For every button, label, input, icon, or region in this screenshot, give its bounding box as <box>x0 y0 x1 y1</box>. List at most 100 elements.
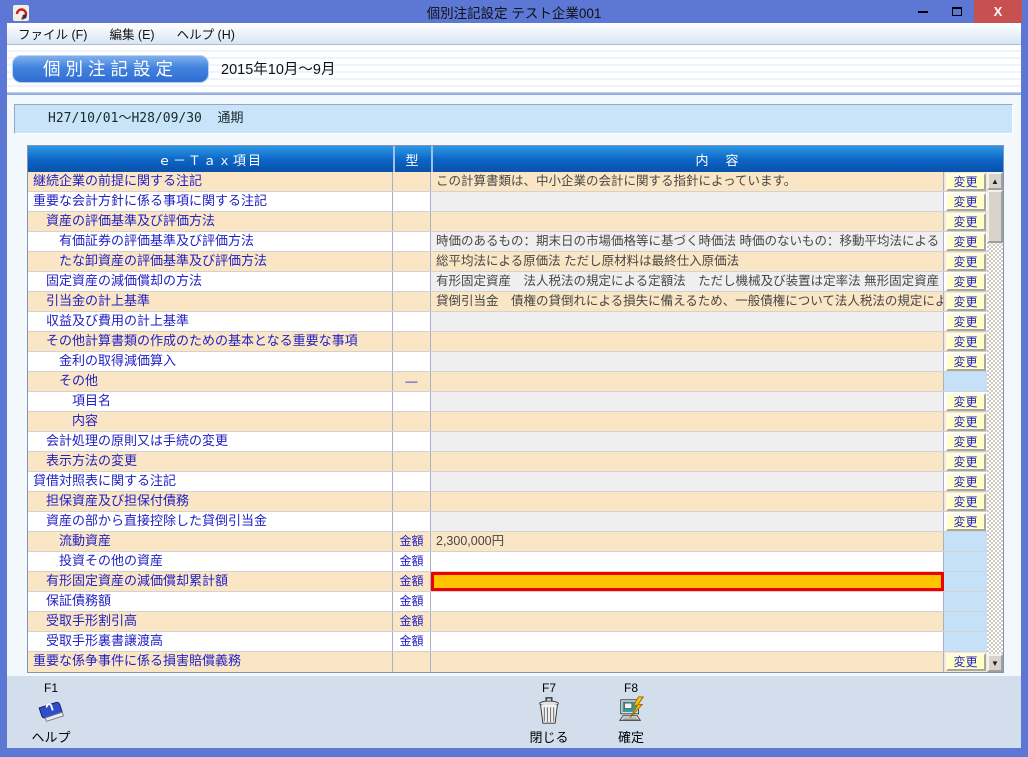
table-row: 固定資産の減価償却の方法 有形固定資産 法人税法の規定による定額法 ただし機械及… <box>28 272 987 292</box>
etax-item-cell: 受取手形割引高 <box>28 612 393 631</box>
content-cell[interactable] <box>431 572 944 591</box>
change-button[interactable]: 変更 <box>946 213 986 231</box>
etax-item-label: 重要な係争事件に係る損害賠償義務 <box>33 653 241 668</box>
etax-item-cell: 重要な会計方針に係る事項に関する注記 <box>28 192 393 211</box>
change-button[interactable]: 変更 <box>946 393 986 411</box>
change-button[interactable]: 変更 <box>946 353 986 371</box>
confirm-button[interactable]: F8 確定 <box>599 681 663 746</box>
help-button[interactable]: F1 ヘルプ <box>19 681 83 746</box>
table-scrollbar[interactable]: ▲ ▼ <box>987 172 1003 672</box>
type-cell <box>393 432 431 451</box>
change-button[interactable]: 変更 <box>946 333 986 351</box>
change-button[interactable]: 変更 <box>946 193 986 211</box>
change-button-cell: 変更 <box>944 292 987 311</box>
type-cell <box>393 292 431 311</box>
etax-item-cell: 流動資産 <box>28 532 393 551</box>
table-row: 受取手形裏書譲渡高 金額 <box>28 632 987 652</box>
content-cell[interactable] <box>431 612 944 631</box>
etax-item-cell: 重要な係争事件に係る損害賠償義務 <box>28 652 393 672</box>
change-button[interactable]: 変更 <box>946 433 986 451</box>
change-button[interactable]: 変更 <box>946 173 986 191</box>
table-row: 資産の評価基準及び評価方法 変更 <box>28 212 987 232</box>
menu-file[interactable]: ファイル (F) <box>7 23 98 44</box>
menu-help[interactable]: ヘルプ (H) <box>166 23 246 44</box>
app-icon <box>13 5 29 21</box>
change-button[interactable]: 変更 <box>946 473 986 491</box>
change-button-cell: 変更 <box>944 512 987 531</box>
close-screen-button[interactable]: F7 閉じる <box>517 681 581 746</box>
fn-button-label: ヘルプ <box>19 727 83 746</box>
table-row: 継続企業の前提に関する注記 この計算書類は、中小企業の会計に関する指針によってい… <box>28 172 987 192</box>
change-button-cell <box>944 612 987 631</box>
type-cell: 金額 <box>393 612 431 631</box>
etax-item-label: 会計処理の原則又は手続の変更 <box>46 433 228 448</box>
header-strip: 個別注記設定 2015年10月～9月 <box>7 45 1021 92</box>
change-button-cell: 変更 <box>944 312 987 331</box>
etax-item-label: 内容 <box>72 413 98 428</box>
type-cell <box>393 192 431 211</box>
content-cell[interactable]: 2,300,000円 <box>431 532 944 551</box>
etax-item-cell: 担保資産及び担保付債務 <box>28 492 393 511</box>
etax-item-label: 固定資産の減価償却の方法 <box>46 273 202 288</box>
type-cell <box>393 332 431 351</box>
change-button[interactable]: 変更 <box>946 293 986 311</box>
content-cell[interactable] <box>431 592 944 611</box>
change-button-cell: 変更 <box>944 492 987 511</box>
scrollbar-track[interactable] <box>987 243 1003 654</box>
content-cell[interactable] <box>431 632 944 651</box>
type-cell <box>393 492 431 511</box>
content-cell <box>431 492 944 511</box>
etax-item-cell: たな卸資産の評価基準及び評価方法 <box>28 252 393 271</box>
type-cell <box>393 252 431 271</box>
maximize-button[interactable] <box>940 0 974 23</box>
change-button[interactable]: 変更 <box>946 513 986 531</box>
table-row: 重要な係争事件に係る損害賠償義務 変更 <box>28 652 987 672</box>
type-cell <box>393 512 431 531</box>
content-cell[interactable] <box>431 552 944 571</box>
etax-item-cell: 表示方法の変更 <box>28 452 393 471</box>
scrollbar-up-icon[interactable]: ▲ <box>987 172 1003 190</box>
content-cell: この計算書類は、中小企業の会計に関する指針によっています。 <box>431 172 944 191</box>
etax-item-label: たな卸資産の評価基準及び評価方法 <box>59 253 267 268</box>
change-button[interactable]: 変更 <box>946 273 986 291</box>
change-button[interactable]: 変更 <box>946 253 986 271</box>
content-cell <box>431 372 944 391</box>
close-icon[interactable]: X <box>974 0 1022 23</box>
change-button[interactable]: 変更 <box>946 233 986 251</box>
type-cell: 金額 <box>393 532 431 551</box>
fn-key-label: F7 <box>517 681 581 695</box>
fn-key-label: F8 <box>599 681 663 695</box>
etax-item-cell: 収益及び費用の計上基準 <box>28 312 393 331</box>
table-row: 収益及び費用の計上基準 変更 <box>28 312 987 332</box>
menu-edit[interactable]: 編集 (E) <box>98 23 165 44</box>
minimize-button[interactable] <box>906 0 940 23</box>
table-row: その他計算書類の作成のための基本となる重要な事項 変更 <box>28 332 987 352</box>
change-button[interactable]: 変更 <box>946 313 986 331</box>
etax-item-label: 投資その他の資産 <box>59 553 163 568</box>
etax-item-cell: その他 <box>28 372 393 391</box>
table-row: 有価証券の評価基準及び評価方法 時価のあるもの：期末日の市場価格等に基づく時価法… <box>28 232 987 252</box>
content-cell <box>431 392 944 411</box>
change-button-cell <box>944 552 987 571</box>
scrollbar-down-icon[interactable]: ▼ <box>987 654 1003 672</box>
scrollbar-thumb[interactable] <box>987 190 1003 243</box>
content-cell <box>431 212 944 231</box>
help-book-icon <box>36 696 66 726</box>
content-cell <box>431 652 944 672</box>
change-button[interactable]: 変更 <box>946 453 986 471</box>
change-button[interactable]: 変更 <box>946 653 986 671</box>
change-button[interactable]: 変更 <box>946 493 986 511</box>
type-cell <box>393 312 431 331</box>
change-button[interactable]: 変更 <box>946 413 986 431</box>
table-row: たな卸資産の評価基準及び評価方法 総平均法による原価法 ただし原材料は最終仕入原… <box>28 252 987 272</box>
change-button-cell <box>944 632 987 651</box>
etax-item-label: 受取手形割引高 <box>46 613 137 628</box>
change-button-cell <box>944 592 987 611</box>
etax-item-label: その他計算書類の作成のための基本となる重要な事項 <box>46 333 358 348</box>
etax-item-cell: 会計処理の原則又は手続の変更 <box>28 432 393 451</box>
fn-button-label: 確定 <box>599 727 663 746</box>
type-cell <box>393 232 431 251</box>
etax-item-label: 引当金の計上基準 <box>46 293 150 308</box>
menubar: ファイル (F) 編集 (E) ヘルプ (H) <box>7 23 1021 45</box>
content-cell: 貸倒引当金 債権の貸倒れによる損失に備えるため、一般債権について法人税法の規定に… <box>431 292 944 311</box>
